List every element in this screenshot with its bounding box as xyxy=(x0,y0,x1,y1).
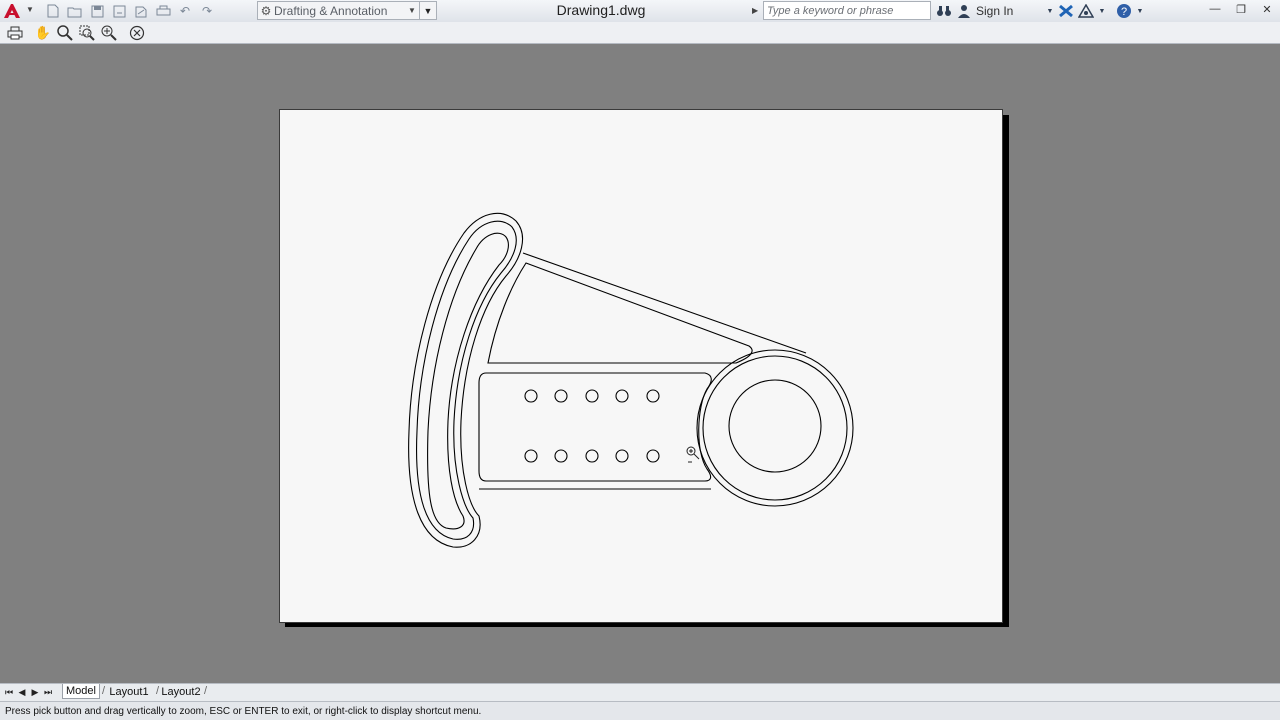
autodesk-app-icon[interactable] xyxy=(1076,2,1096,20)
zoom-original-icon[interactable] xyxy=(98,23,120,43)
search-expand-icon[interactable]: ▶ xyxy=(752,6,758,15)
hub-outer-ring xyxy=(696,349,854,507)
search-input[interactable]: Type a keyword or phrase xyxy=(763,1,931,20)
arm-slot xyxy=(427,232,509,530)
save-icon[interactable] xyxy=(88,3,106,19)
hole xyxy=(615,449,629,463)
tab-model[interactable]: Model xyxy=(62,684,100,699)
hole xyxy=(554,389,568,403)
tab-layout1[interactable]: Layout1 xyxy=(108,684,150,699)
sign-in-button[interactable]: Sign In xyxy=(976,4,1044,18)
gear-icon: ⚙ xyxy=(260,3,272,18)
tab-divider: / xyxy=(102,685,106,697)
undo-icon[interactable]: ↶ xyxy=(176,3,194,19)
hole xyxy=(585,449,599,463)
workspace-dropdown[interactable]: ⚙ Drafting & Annotation ▼ ▼ xyxy=(257,1,437,20)
plot-icon[interactable] xyxy=(132,3,150,19)
first-tab-icon[interactable]: ⏮ xyxy=(3,686,15,698)
tab-layout2[interactable]: Layout2 xyxy=(160,684,202,699)
status-prompt: Press pick button and drag vertically to… xyxy=(0,701,1280,720)
restore-icon[interactable]: ❐ xyxy=(1228,0,1254,18)
tab-navigation: ⏮ ◀ ▶ ⏭ xyxy=(3,686,54,698)
help-icon[interactable]: ? xyxy=(1114,2,1134,20)
workspace-label: Drafting & Annotation xyxy=(274,3,388,18)
user-icon[interactable] xyxy=(954,2,974,20)
exchange-icon[interactable] xyxy=(1056,2,1076,20)
zoom-icon[interactable] xyxy=(54,23,76,43)
hole xyxy=(646,389,660,403)
hole xyxy=(524,449,538,463)
window-controls: — ❐ ✕ xyxy=(1202,0,1280,20)
hole xyxy=(646,449,660,463)
application-menu-arrow-icon[interactable]: ▼ xyxy=(26,5,34,14)
next-tab-icon[interactable]: ▶ xyxy=(29,686,41,698)
open-icon[interactable] xyxy=(66,3,84,19)
title-bar: ▼ ↶ ↷ ⚙ Drafting & Annotation ▼ ▼ Drawin… xyxy=(0,0,1280,23)
tab-divider: / xyxy=(156,685,160,697)
print-icon[interactable] xyxy=(4,23,26,43)
chevron-down-icon: ▼ xyxy=(408,6,416,15)
sign-in-dropdown-icon[interactable]: ▼ xyxy=(1044,2,1056,20)
hole xyxy=(554,449,568,463)
print-icon[interactable] xyxy=(154,3,172,19)
previous-tab-icon[interactable]: ◀ xyxy=(16,686,28,698)
quick-access-toolbar: ↶ ↷ xyxy=(44,3,216,19)
hub-bore xyxy=(728,379,822,473)
last-tab-icon[interactable]: ⏭ xyxy=(42,686,54,698)
upper-web-outer xyxy=(522,252,807,354)
zoom-cursor-icon xyxy=(686,446,700,463)
save-as-icon[interactable] xyxy=(110,3,128,19)
redo-icon[interactable]: ↷ xyxy=(198,3,216,19)
help-dropdown-icon[interactable]: ▼ xyxy=(1134,2,1146,20)
preview-toolbar: ✋ xyxy=(0,22,1280,44)
arm-offset-contour xyxy=(416,220,517,540)
zoom-window-icon[interactable] xyxy=(76,23,98,43)
hole xyxy=(615,389,629,403)
close-preview-icon[interactable] xyxy=(126,23,148,43)
arm-outer-contour xyxy=(408,212,524,548)
new-icon[interactable] xyxy=(44,3,62,19)
upper-web-inner xyxy=(487,262,753,364)
tab-divider: / xyxy=(204,685,208,697)
hole xyxy=(585,389,599,403)
binoculars-icon[interactable] xyxy=(934,2,954,20)
svg-text:?: ? xyxy=(1121,6,1127,18)
hole-window xyxy=(478,372,712,482)
hole xyxy=(524,389,538,403)
document-title: Drawing1.dwg xyxy=(556,2,646,18)
application-menu-icon[interactable] xyxy=(2,2,22,20)
stay-connected-dropdown-icon[interactable]: ▼ xyxy=(1096,2,1108,20)
close-icon[interactable]: ✕ xyxy=(1254,0,1280,18)
layout-tabs-bar: ⏮ ◀ ▶ ⏭ Model / Layout1 / Layout2 / xyxy=(0,683,1280,701)
preview-paper[interactable] xyxy=(279,109,1003,623)
hub-offset-ring xyxy=(702,355,848,501)
qat-customize-icon[interactable]: ▼ xyxy=(419,2,436,19)
drawing-linework xyxy=(408,212,854,548)
minimize-icon[interactable]: — xyxy=(1202,0,1228,18)
pan-icon[interactable]: ✋ xyxy=(32,23,54,43)
